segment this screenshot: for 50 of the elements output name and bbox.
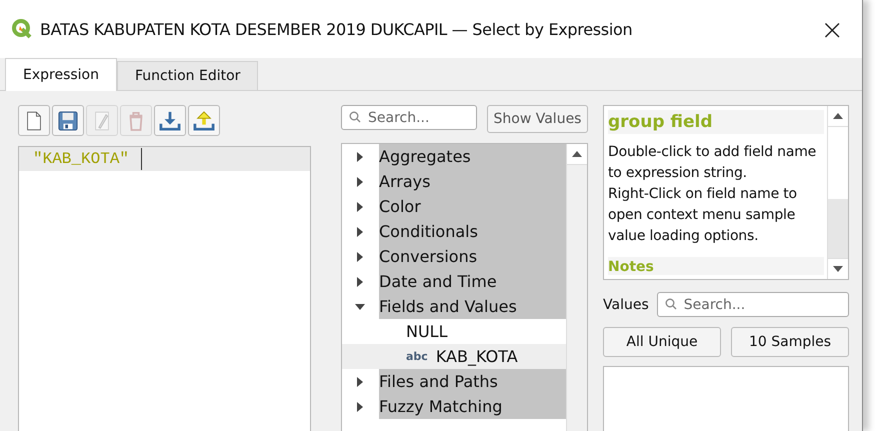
scroll-down-icon[interactable] [833,266,843,272]
down-arrow-tray-icon [159,110,181,130]
expression-text: "KAB_KOTA" [32,150,130,168]
values-label: Values [603,296,649,312]
trash-icon [127,110,145,130]
collapse-arrow-icon[interactable] [355,302,365,312]
tree-item[interactable]: NULL [406,322,448,341]
expand-arrow-icon[interactable] [355,202,365,212]
close-button[interactable]: × [814,12,850,46]
scroll-up-icon[interactable] [572,151,582,157]
export-button[interactable] [188,105,220,136]
expand-arrow-icon[interactable] [355,176,365,186]
import-button[interactable] [154,105,186,136]
help-text: Double-click to add field name to expression string. Right-Click on field name to open context menu sample value loading options. [608,143,818,246]
search-field[interactable]: Search... [341,105,477,130]
new-button[interactable] [18,105,50,136]
blank-page-icon [26,110,42,130]
tree-item[interactable]: Aggregates [379,144,566,169]
tab[interactable]: Function Editor [117,61,258,90]
help-title: group field [608,110,824,134]
save-button[interactable] [52,105,84,136]
tab[interactable]: Expression [5,58,117,91]
values-button[interactable]: All Unique [603,327,721,357]
tree-item[interactable]: Color [379,194,566,219]
tree-item[interactable]: Fuzzy Matching [379,394,566,419]
scroll-up-icon[interactable] [833,113,843,119]
expand-arrow-icon[interactable] [355,252,365,262]
values-search-field[interactable]: Search... [656,292,849,317]
scrollbar[interactable] [566,144,587,431]
tree-item[interactable]: Fields and Values [379,294,566,319]
pencil-page-icon [94,110,110,130]
show-values-button[interactable]: Show Values [487,105,588,133]
tree-item[interactable]: KAB_KOTA [436,347,518,366]
window-title: BATAS KABUPATEN KOTA DESEMBER 2019 DUKCAPIL — Select by Expression [40,20,634,38]
expand-arrow-icon[interactable] [355,276,365,286]
tree-item[interactable]: Conditionals [379,219,566,244]
tree-item[interactable]: Arrays [379,169,566,194]
logo-icon [12,19,32,39]
tree-item[interactable]: Date and Time [379,269,566,294]
expand-arrow-icon[interactable] [355,376,365,386]
expand-arrow-icon[interactable] [355,226,365,236]
text-type-label: abc [406,350,428,363]
expand-arrow-icon[interactable] [355,152,365,162]
up-arrow-tray-icon [193,110,215,130]
tree-item[interactable]: Conversions [379,244,566,269]
expand-arrow-icon[interactable] [355,402,365,412]
values-button[interactable]: 10 Samples [731,327,849,357]
tree-item[interactable]: Files and Paths [379,369,566,394]
notes-heading: Notes [608,257,824,275]
scrollbar[interactable] [827,106,848,279]
